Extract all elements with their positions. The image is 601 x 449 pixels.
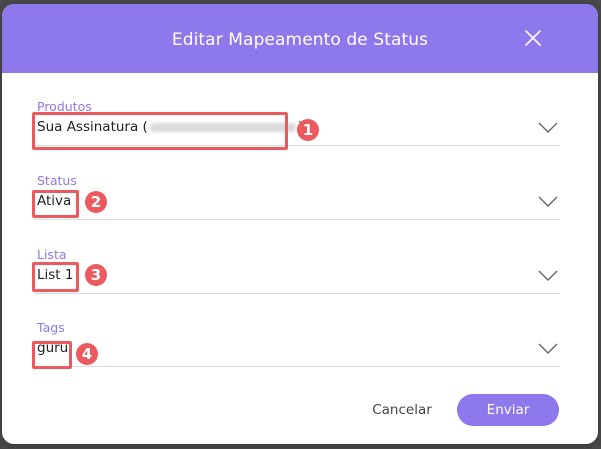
chevron-down-icon[interactable]: [538, 343, 558, 355]
modal-header: Editar Mapeamento de Status: [2, 4, 598, 73]
cancel-button[interactable]: Cancelar: [362, 395, 442, 425]
modal-title: Editar Mapeamento de Status: [171, 30, 429, 50]
annotation-badge: 1: [297, 119, 319, 141]
annotation-badge: 2: [85, 191, 107, 213]
lista-label: Lista: [37, 247, 67, 262]
highlight-box: [32, 341, 72, 369]
annotation-badge: 4: [76, 343, 98, 365]
highlight-box: [32, 190, 79, 218]
field-underline: [34, 366, 560, 367]
highlight-box: [32, 112, 288, 150]
tags-label: Tags: [37, 320, 65, 335]
annotation-badge: 3: [85, 264, 107, 286]
status-label: Status: [37, 173, 77, 188]
edit-status-mapping-modal: Editar Mapeamento de Status Produtos Sua…: [2, 4, 598, 444]
submit-button[interactable]: Enviar: [457, 394, 559, 426]
field-underline: [34, 293, 560, 294]
highlight-box: [32, 262, 79, 292]
chevron-down-icon[interactable]: [538, 196, 558, 208]
chevron-down-icon[interactable]: [538, 122, 558, 134]
close-icon[interactable]: [523, 28, 543, 48]
field-underline: [34, 219, 560, 220]
chevron-down-icon[interactable]: [538, 270, 558, 282]
